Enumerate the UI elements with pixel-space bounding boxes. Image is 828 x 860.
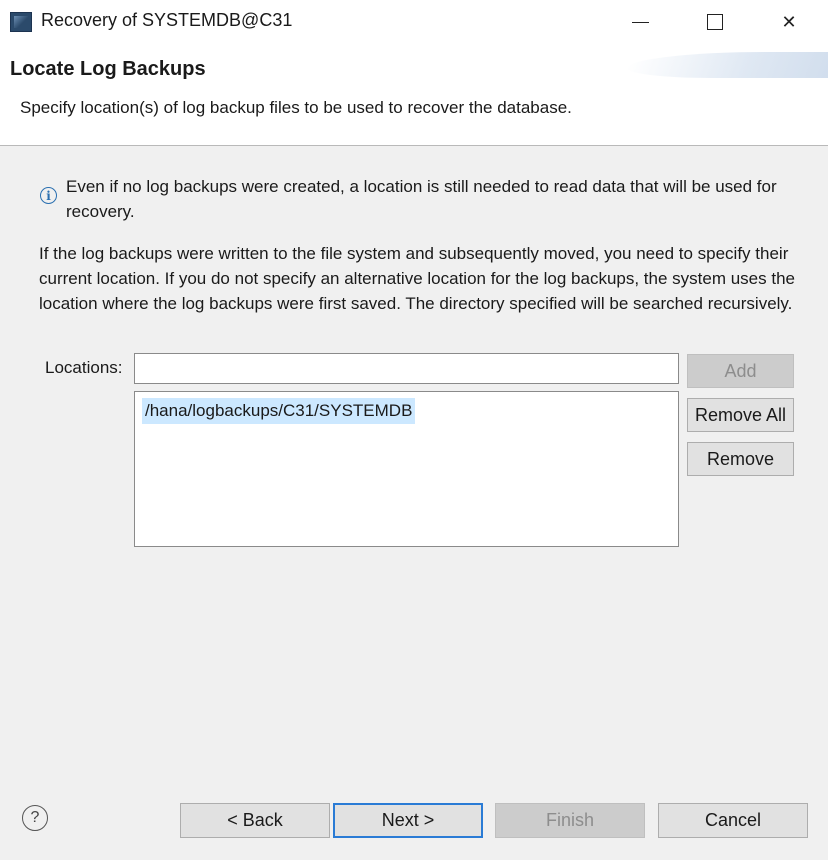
add-button[interactable]: Add — [687, 354, 794, 388]
remove-button[interactable]: Remove — [687, 442, 794, 476]
info-message: Even if no log backups were created, a l… — [66, 177, 777, 221]
app-icon — [10, 12, 32, 32]
close-icon: ✕ — [781, 11, 797, 33]
cancel-button[interactable]: Cancel — [658, 803, 808, 838]
wizard-header: Locate Log Backups Specify location(s) o… — [0, 44, 828, 146]
locations-list[interactable]: /hana/logbackups/C31/SYSTEMDB — [134, 391, 679, 547]
location-input[interactable] — [134, 353, 679, 384]
next-button[interactable]: Next > — [333, 803, 483, 838]
info-icon: i — [40, 187, 57, 204]
minimize-button[interactable] — [615, 0, 665, 44]
explanation-text: If the log backups were written to the f… — [39, 244, 795, 313]
window-title: Recovery of SYSTEMDB@C31 — [41, 10, 293, 30]
remove-all-button[interactable]: Remove All — [687, 398, 794, 432]
maximize-icon — [707, 14, 723, 30]
close-button[interactable]: ✕ — [764, 0, 814, 44]
back-button[interactable]: < Back — [180, 803, 330, 838]
locations-label: Locations: — [45, 358, 123, 377]
title-bar: Recovery of SYSTEMDB@C31 ✕ — [0, 0, 828, 44]
minimize-icon — [631, 21, 649, 23]
help-icon[interactable]: ? — [22, 805, 48, 831]
header-decoration — [623, 52, 828, 78]
page-description: Specify location(s) of log backup files … — [20, 98, 572, 117]
finish-button[interactable]: Finish — [495, 803, 645, 838]
maximize-button[interactable] — [690, 0, 740, 44]
page-title: Locate Log Backups — [10, 58, 206, 80]
list-item[interactable]: /hana/logbackups/C31/SYSTEMDB — [142, 398, 416, 424]
